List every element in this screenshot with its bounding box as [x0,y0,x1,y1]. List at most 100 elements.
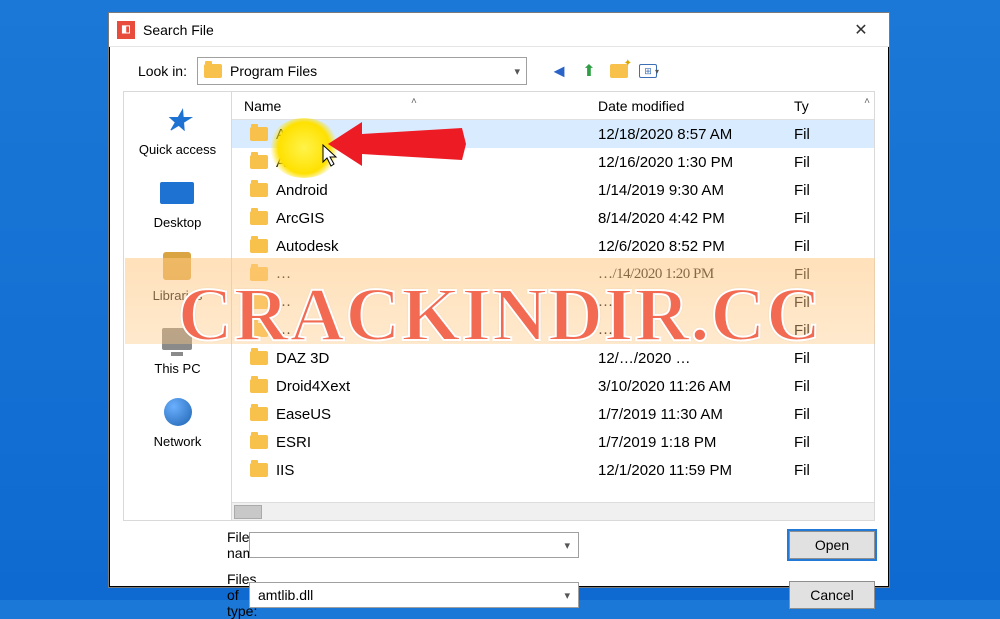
back-icon[interactable]: ◄ [549,61,569,81]
row-name: DAZ 3D [276,350,329,367]
filetype-select[interactable]: amtlib.dll ▾ [249,582,579,608]
bottom-panel: File name: ▾ Open Files of type: amtlib.… [109,521,889,619]
row-date: 8/14/2020 4:42 PM [590,210,790,227]
cancel-button[interactable]: Cancel [789,581,875,609]
libraries-icon [159,248,195,284]
table-row[interactable]: ArcGIS8/14/2020 4:42 PMFil [232,204,874,232]
view-menu-icon[interactable]: ⊞▾ [639,61,659,81]
folder-icon [250,379,268,393]
this-pc-icon [159,321,195,357]
toolbar-icons: ◄ ⬆ ⊞▾ [549,61,659,81]
table-row[interactable]: Adobe 12/18/2020 8:57 AMFil [232,120,874,148]
chevron-down-icon: ▾ [564,539,570,552]
place-label: Network [154,434,202,449]
table-row[interactable]: ……/14/2020 1:20 PMFil [232,260,874,288]
lookin-value: Program Files [230,63,506,79]
up-one-level-icon[interactable]: ⬆ [579,61,599,81]
row-type: Fil [790,126,840,143]
filetype-label: Files of type: [123,571,235,619]
row-type: Fil [790,462,840,479]
column-date[interactable]: Date modified [590,98,790,114]
network-icon [160,394,196,430]
row-type: Fil [790,378,840,395]
folder-icon [250,295,268,309]
new-folder-icon[interactable] [609,61,629,81]
filetype-value: amtlib.dll [258,587,313,603]
folder-icon [250,323,268,337]
row-name: Altium [276,154,318,171]
row-name: Droid4Xext [276,378,350,395]
place-label: Desktop [154,215,202,230]
row-name: ArcGIS [276,210,324,227]
place-desktop[interactable]: Desktop [154,175,202,230]
folder-icon [250,211,268,225]
row-name: … [276,322,291,339]
scroll-thumb[interactable] [234,505,262,519]
horizontal-scrollbar[interactable] [232,502,874,520]
lookin-label: Look in: [123,63,187,79]
row-date: 12/1/2020 11:59 PM [590,462,790,479]
row-name: ESRI [276,434,311,451]
folder-icon [250,463,268,477]
places-bar: ★ Quick access Desktop Libraries This PC… [123,91,231,521]
table-row[interactable]: EaseUS1/7/2019 11:30 AMFil [232,400,874,428]
table-row[interactable]: Android 1/14/2019 9:30 AMFil [232,176,874,204]
lookin-row: Look in: Program Files ▾ ◄ ⬆ ⊞▾ [109,47,889,91]
file-list-pane: ˄ ˄ Name Date modified Ty Adobe 12/18/202… [231,91,875,521]
place-network[interactable]: Network [154,394,202,449]
search-file-dialog: ◧ Search File ✕ Look in: Program Files ▾… [108,12,890,588]
row-name: … [276,294,291,311]
row-date: 3/10/2020 11:26 AM [590,378,790,395]
folder-icon [250,239,268,253]
table-row[interactable]: DAZ 3D 12/…/2020 …Fil [232,344,874,372]
window-title: Search File [143,22,841,38]
place-label: This PC [154,361,200,376]
sort-caret-icon: ˄ [411,96,417,107]
close-button[interactable]: ✕ [841,20,881,40]
open-button[interactable]: Open [789,531,875,559]
row-name: Android [276,182,328,199]
file-rows: Adobe12/18/2020 8:57 AMFilAltium12/16/20… [232,120,874,484]
place-quick-access[interactable]: ★ Quick access [139,102,216,157]
quick-access-icon: ★ [160,102,196,138]
column-type[interactable]: Ty [790,98,840,114]
row-name: Autodesk [276,238,339,255]
row-type: Fil [790,350,840,367]
row-type: Fil [790,182,840,199]
table-row[interactable]: ……Fil [232,288,874,316]
filename-input[interactable]: ▾ [249,532,579,558]
row-type: Fil [790,434,840,451]
row-date: 12/6/2020 8:52 PM [590,238,790,255]
folder-icon [250,155,268,169]
folder-icon [250,407,268,421]
row-date: 12/…/2020 … [590,350,790,367]
column-name-label: Name [244,98,281,114]
place-this-pc[interactable]: This PC [154,321,200,376]
desktop-icon [159,175,195,211]
chevron-down-icon: ▾ [514,65,520,78]
row-type: Fil [790,322,840,339]
table-row[interactable]: ESRI1/7/2019 1:18 PMFil [232,428,874,456]
scroll-up-caret[interactable]: ˄ [864,96,870,107]
row-type: Fil [790,406,840,423]
titlebar: ◧ Search File ✕ [109,13,889,47]
row-date: … [590,322,790,339]
row-name: Adobe [276,126,319,143]
row-date: …/14/2020 1:20 PM [590,266,790,283]
list-header: ˄ Name Date modified Ty [232,92,874,120]
folder-icon [204,64,222,78]
row-date: 1/7/2019 11:30 AM [590,406,790,423]
table-row[interactable]: Autodesk12/6/2020 8:52 PMFil [232,232,874,260]
row-date: 12/18/2020 8:57 AM [590,126,790,143]
row-date: 1/14/2019 9:30 AM [590,182,790,199]
column-name[interactable]: ˄ Name [232,98,590,114]
app-icon: ◧ [117,21,135,39]
table-row[interactable]: Droid4Xext 3/10/2020 11:26 AMFil [232,372,874,400]
lookin-combo[interactable]: Program Files ▾ [197,57,527,85]
folder-icon [250,267,268,281]
folder-icon [250,351,268,365]
table-row[interactable]: ……Fil [232,316,874,344]
table-row[interactable]: IIS12/1/2020 11:59 PMFil [232,456,874,484]
place-libraries[interactable]: Libraries [153,248,203,303]
table-row[interactable]: Altium12/16/2020 1:30 PMFil [232,148,874,176]
